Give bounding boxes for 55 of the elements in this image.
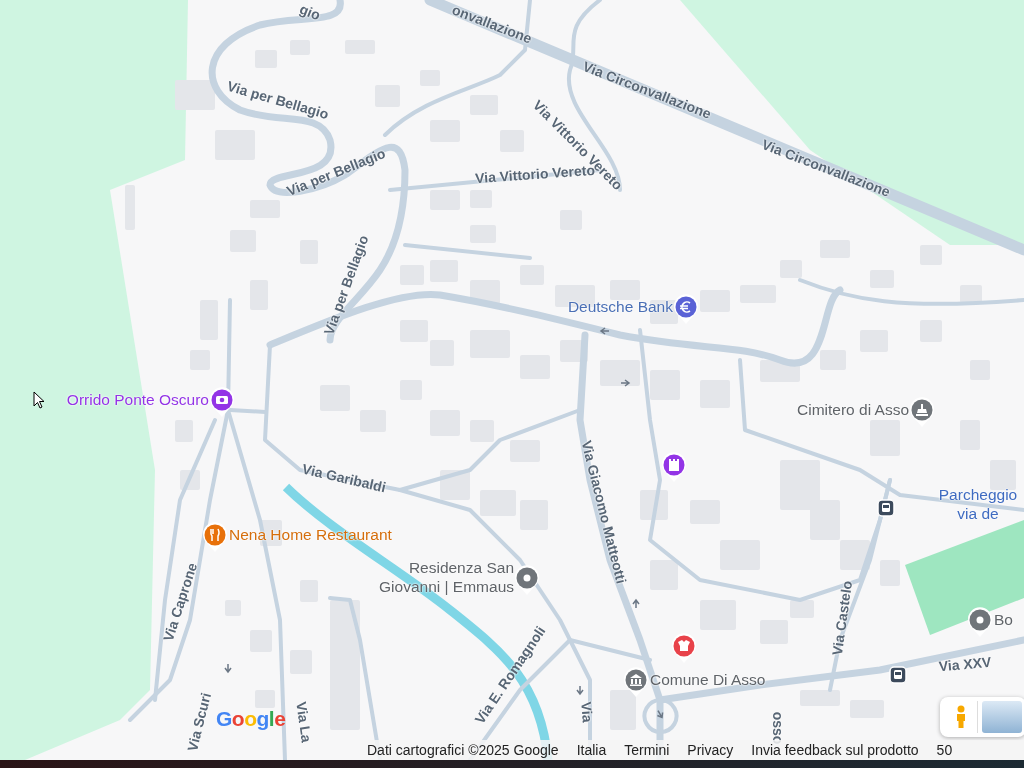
building — [780, 460, 820, 510]
place-label[interactable]: Orrido Ponte Oscuro — [66, 390, 209, 409]
place-label[interactable]: Bo — [994, 610, 1013, 629]
one-way-arrow-icon — [223, 663, 233, 673]
place-label[interactable]: Cimitero di Asso — [797, 400, 909, 419]
layers-thumbnail-button[interactable] — [982, 701, 1022, 733]
building — [600, 360, 640, 386]
map-data-credit: Dati cartografici ©2025 Google — [367, 742, 559, 758]
street-label: Via XXV — [938, 653, 992, 675]
building — [510, 440, 540, 462]
street-label: Via Scuri — [184, 691, 214, 753]
one-way-arrow-icon — [620, 378, 630, 388]
building — [470, 420, 494, 442]
street-label: Via La — [293, 700, 315, 744]
columns-pin-icon[interactable] — [622, 666, 650, 698]
place-label[interactable]: Nena Home Restaurant — [229, 525, 392, 544]
building — [650, 560, 678, 590]
building — [960, 285, 982, 303]
pegman-icon — [954, 705, 967, 729]
one-way-arrow-icon — [631, 599, 641, 609]
building — [650, 370, 680, 400]
street-label: gio — [297, 0, 323, 24]
location-pin-icon[interactable] — [966, 606, 994, 638]
place-label[interactable]: Deutsche Bank — [567, 297, 673, 316]
footer-link[interactable]: Invia feedback sul prodotto — [751, 742, 919, 758]
building — [125, 185, 135, 230]
bag-pin-icon[interactable] — [670, 632, 698, 664]
place-label[interactable]: Comune Di Asso — [650, 670, 766, 689]
euro-pin-icon[interactable] — [672, 293, 700, 325]
place-label[interactable]: Parcheggio via de — [932, 485, 1024, 523]
building — [820, 350, 846, 370]
one-way-arrow-icon — [600, 326, 610, 336]
fork-pin-icon[interactable] — [201, 521, 229, 553]
building — [610, 690, 636, 730]
building — [780, 260, 802, 278]
one-way-arrow-icon — [575, 685, 585, 695]
footer-link[interactable]: Italia — [576, 742, 607, 758]
castle-pin-icon[interactable] — [660, 451, 688, 483]
footer-link[interactable]: Termini — [624, 742, 670, 758]
street-label: Via Garibaldi — [300, 460, 388, 496]
building — [790, 600, 814, 618]
mouse-cursor-icon — [33, 391, 45, 409]
footer-link[interactable]: Privacy — [687, 742, 734, 758]
street-label: Via Castelo — [828, 579, 856, 657]
camera-pin-icon[interactable] — [208, 386, 236, 418]
footer-link[interactable]: 50 — [936, 742, 953, 758]
monument-pin-icon[interactable] — [908, 396, 936, 428]
building — [175, 80, 215, 110]
street-label: Via — [578, 701, 596, 723]
one-way-arrow-icon — [655, 709, 665, 719]
building — [800, 690, 840, 706]
google-logo: Google — [216, 707, 286, 731]
building — [480, 490, 516, 516]
location-pin-icon[interactable] — [513, 564, 541, 596]
street-label: osso — [770, 711, 786, 745]
